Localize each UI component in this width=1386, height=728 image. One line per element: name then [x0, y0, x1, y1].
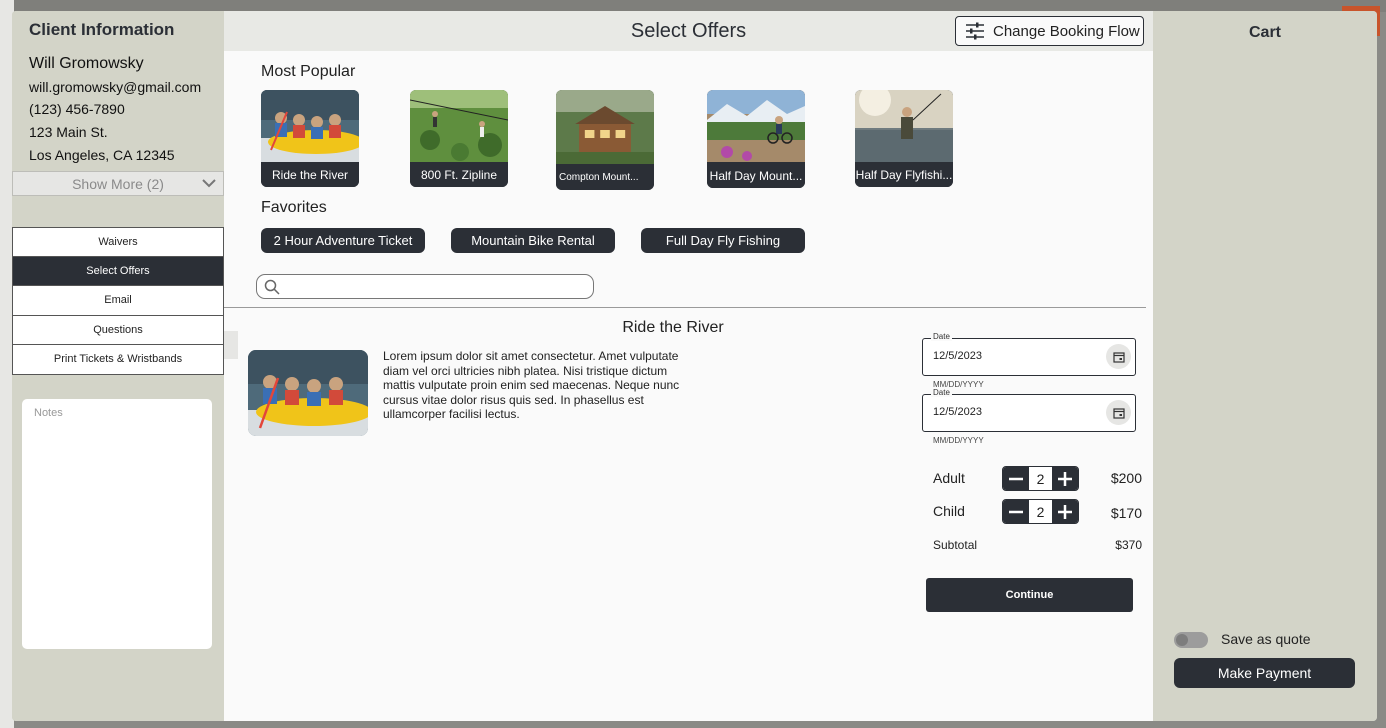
- toggle-knob: [1176, 634, 1188, 646]
- continue-label: Continue: [1005, 589, 1054, 601]
- favorite-mountain-bike-rental[interactable]: Mountain Bike Rental: [451, 228, 615, 253]
- ticket-label-adult: Adult: [933, 470, 965, 486]
- ticket-price-child: $170: [1110, 505, 1142, 521]
- search-input[interactable]: [256, 274, 594, 299]
- nav-item-waivers[interactable]: Waivers: [12, 227, 224, 257]
- nav-item-label: Questions: [93, 323, 143, 336]
- ticket-price-adult: $200: [1110, 470, 1142, 486]
- cart-title: Cart: [1248, 24, 1281, 41]
- nav-item-label: Email: [104, 294, 132, 307]
- popular-offer-caption: 800 Ft. Zipline: [410, 162, 508, 187]
- nav-item-questions[interactable]: Questions: [12, 315, 224, 345]
- client-info-title: Client Information: [29, 20, 175, 39]
- booking-modal: Client Information Will Gromowsky will.g…: [12, 11, 1377, 721]
- subtotal-label: Subtotal: [933, 538, 978, 552]
- popular-offer-zipline[interactable]: 800 Ft. Zipline: [410, 90, 508, 187]
- make-payment-button[interactable]: Make Payment: [1174, 658, 1355, 688]
- plus-icon[interactable]: [1052, 500, 1078, 523]
- rafting-image: [248, 350, 368, 436]
- change-booking-flow-label: Change Booking Flow: [993, 22, 1140, 40]
- nav-item-label: Print Tickets & Wristbands: [53, 353, 183, 366]
- popular-offer-caption: Compton Mount...: [556, 165, 654, 190]
- section-divider: [224, 307, 1146, 308]
- date-legend: Date: [931, 388, 952, 397]
- favorite-label: Full Day Fly Fishing: [665, 233, 781, 248]
- popular-offer-ride-the-river[interactable]: Ride the River: [261, 90, 359, 187]
- offer-title: Ride the River: [622, 319, 724, 336]
- quantity-value[interactable]: 2: [1029, 500, 1052, 523]
- calendar-icon[interactable]: [1106, 400, 1131, 425]
- popular-offer-caption: Half Day Flyfishi...: [855, 162, 953, 187]
- subtotal-value: $370: [1115, 538, 1142, 552]
- date-field-end[interactable]: Date 12/5/2023: [922, 388, 1136, 432]
- make-payment-label: Make Payment: [1217, 665, 1312, 681]
- popular-offer-caption: Ride the River: [261, 162, 359, 187]
- client-name: Will Gromowsky: [29, 55, 144, 72]
- rafting-image: [261, 90, 359, 162]
- sliders-icon: [966, 22, 984, 40]
- popular-offer-caption: Half Day Mount...: [707, 163, 805, 188]
- offer-description: Lorem ipsum dolor sit amet consectetur. …: [383, 349, 680, 421]
- most-popular-heading: Most Popular: [261, 63, 356, 80]
- favorite-label: 2 Hour Adventure Ticket: [273, 233, 413, 248]
- client-email: will.gromowsky@gmail.com: [29, 79, 202, 95]
- cart-panel: Cart Save as quote Make Payment: [1153, 11, 1377, 721]
- notes-placeholder: Notes: [34, 407, 63, 419]
- offers-panel: Select Offers Change Booking Flow Most P…: [224, 11, 1153, 721]
- plus-icon[interactable]: [1052, 467, 1078, 490]
- popular-offer-compton-mountain[interactable]: Compton Mount...: [556, 90, 654, 190]
- ticket-label-child: Child: [933, 503, 965, 519]
- cabin-image: [556, 90, 654, 164]
- client-panel: Client Information Will Gromowsky will.g…: [12, 11, 224, 721]
- client-address-line1: 123 Main St.: [29, 124, 108, 140]
- favorites-heading: Favorites: [261, 199, 327, 216]
- offer-image: [248, 350, 368, 436]
- show-more-button[interactable]: Show More (2): [12, 171, 224, 196]
- continue-button[interactable]: Continue: [926, 578, 1133, 612]
- show-more-label: Show More (2): [72, 175, 164, 192]
- date-value: 12/5/2023: [933, 406, 982, 418]
- save-quote-toggle[interactable]: [1174, 632, 1208, 648]
- save-quote-label: Save as quote: [1221, 631, 1311, 647]
- favorite-2-hour-adventure-ticket[interactable]: 2 Hour Adventure Ticket: [261, 228, 425, 253]
- nav-item-print-tickets[interactable]: Print Tickets & Wristbands: [12, 345, 224, 375]
- notes-field[interactable]: Notes: [22, 399, 212, 649]
- date-value: 12/5/2023: [933, 350, 982, 362]
- popular-offer-half-day-mountain[interactable]: Half Day Mount...: [707, 90, 805, 188]
- date-legend: Date: [931, 332, 952, 341]
- favorite-full-day-fly-fishing[interactable]: Full Day Fly Fishing: [641, 228, 805, 253]
- minus-icon[interactable]: [1003, 500, 1029, 523]
- favorite-label: Mountain Bike Rental: [471, 233, 595, 248]
- calendar-icon[interactable]: [1106, 344, 1131, 369]
- nav-item-label: Select Offers: [86, 264, 150, 277]
- quantity-stepper-adult: 2: [1002, 466, 1079, 491]
- mountain-bike-image: [707, 90, 805, 162]
- quantity-stepper-child: 2: [1002, 499, 1079, 524]
- change-booking-flow-button[interactable]: Change Booking Flow: [955, 16, 1144, 46]
- nav-item-label: Waivers: [98, 235, 138, 248]
- client-phone: (123) 456-7890: [29, 101, 125, 117]
- flyfishing-image: [855, 90, 953, 162]
- zipline-image: [410, 90, 508, 162]
- chevron-down-icon: [202, 179, 216, 188]
- popular-offer-half-day-flyfishing[interactable]: Half Day Flyfishi...: [855, 90, 953, 187]
- quantity-value[interactable]: 2: [1029, 467, 1052, 490]
- nav-item-email[interactable]: Email: [12, 286, 224, 316]
- date-format-hint: MM/DD/YYYY: [933, 436, 984, 445]
- client-address-line2: Los Angeles, CA 12345: [29, 147, 175, 163]
- minus-icon[interactable]: [1003, 467, 1029, 490]
- step-nav: Waivers Select Offers Email Questions Pr…: [12, 227, 224, 375]
- search-icon: [264, 279, 280, 295]
- nav-item-select-offers[interactable]: Select Offers: [12, 256, 224, 286]
- date-field-start[interactable]: Date 12/5/2023: [922, 332, 1136, 376]
